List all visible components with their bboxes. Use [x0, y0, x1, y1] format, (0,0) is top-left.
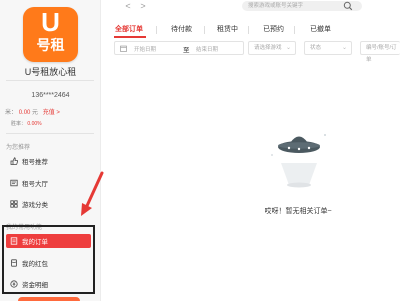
date-end-input[interactable]: 结束日期: [196, 45, 218, 53]
date-start-input[interactable]: 开始日期: [134, 45, 156, 53]
sidebar-item-my-orders[interactable]: 我的订单: [6, 234, 91, 248]
tab-reserved[interactable]: 已预约: [263, 24, 284, 34]
sidebar-item-label: 租号推荐: [22, 159, 48, 166]
sidebar-item-label: 我的订单: [22, 239, 48, 246]
calendar-icon: [120, 45, 127, 52]
app-name: U号租放心租: [24, 67, 77, 77]
balance-unit: 元: [32, 110, 39, 116]
status-select[interactable]: 状态 ⌄: [304, 41, 352, 55]
search-icon[interactable]: [343, 1, 353, 11]
empty-state-message: 哎呀！暂无相关订单~: [264, 208, 332, 215]
filter-bar: 开始日期 至 结束日期 请选择游戏 ⌄ 状态 ⌄ 编号/账号/订单: [101, 40, 400, 63]
date-range-separator: 至: [183, 47, 190, 54]
sidebar-item-recommend[interactable]: 租号推荐: [10, 154, 90, 168]
divider: [156, 26, 157, 34]
balance-line: 米： 0.00 元 充值 >: [5, 110, 60, 116]
top-bar: < > 搜索游戏或账号关键字: [101, 0, 400, 14]
sidebar-item-category[interactable]: 游戏分类: [10, 197, 90, 211]
sidebar-item-label: 资金明细: [22, 282, 48, 289]
order-tabs: 全部订单 待付款 租赁中 已预约 已撤单: [101, 20, 400, 42]
status-select-value: 状态: [310, 45, 322, 51]
thumb-icon: [10, 157, 18, 165]
back-button[interactable]: <: [123, 1, 133, 11]
bottom-action-button[interactable]: [18, 297, 80, 301]
divider: [294, 26, 295, 34]
date-range-picker[interactable]: 开始日期 至 结束日期: [114, 41, 244, 55]
user-phone: 136****2464: [31, 92, 70, 99]
order-search-placeholder: 编号/账号/订单: [366, 45, 397, 63]
funds-icon: [10, 280, 18, 288]
tab-cancelled[interactable]: 已撤单: [310, 24, 331, 34]
sidebar-item-label: 租号大厅: [22, 181, 48, 188]
tab-all-orders[interactable]: 全部订单: [115, 24, 143, 34]
logo-text: 号租: [36, 37, 65, 53]
logo-letter: U: [41, 7, 60, 37]
ufo-illustration: [271, 134, 326, 188]
sidebar-item-hall[interactable]: 租号大厅: [10, 176, 90, 190]
recharge-link[interactable]: 充值: [43, 110, 55, 116]
forward-button[interactable]: >: [138, 1, 148, 11]
divider: [204, 26, 205, 34]
balance-amount: 0.00: [18, 110, 31, 116]
balance-label: 米: [5, 110, 12, 116]
winrate: 胜率： 0.00%: [11, 120, 42, 127]
section-recommend-label: 为您推荐: [6, 145, 31, 151]
tab-pending-payment[interactable]: 待付款: [171, 24, 192, 34]
winrate-value: 0.00%: [27, 121, 42, 127]
grid-icon: [10, 200, 18, 208]
order-search-input[interactable]: 编号/账号/订单: [360, 41, 400, 63]
app-window: U 号租 U号租放心租 136****2464 米： 0.00 元 充值 > 胜…: [0, 0, 400, 301]
divider: [248, 26, 249, 34]
sidebar-item-label: 游戏分类: [22, 202, 48, 209]
game-select[interactable]: 请选择游戏 ⌄: [248, 41, 296, 55]
sidebar-item-label: 我的红包: [22, 261, 48, 268]
sidebar: U 号租 U号租放心租 136****2464 米： 0.00 元 充值 > 胜…: [0, 0, 101, 301]
order-icon: [10, 237, 18, 245]
hall-icon: [10, 179, 18, 187]
game-select-value: 请选择游戏: [254, 45, 282, 51]
redpacket-icon: [11, 259, 17, 267]
sidebar-item-funds[interactable]: 资金明细: [10, 277, 90, 291]
app-logo: U 号租: [23, 7, 78, 62]
chevron-down-icon: ⌄: [285, 45, 291, 51]
sidebar-item-my-redpackets[interactable]: 我的红包: [10, 256, 90, 270]
active-tab-indicator: [114, 36, 146, 38]
recharge-arrow-icon[interactable]: >: [56, 110, 60, 116]
chevron-down-icon: ⌄: [341, 45, 347, 51]
winrate-label: 胜率：: [11, 121, 27, 127]
divider: [6, 133, 94, 134]
tab-renting[interactable]: 租赁中: [217, 24, 238, 34]
divider: [6, 80, 94, 81]
